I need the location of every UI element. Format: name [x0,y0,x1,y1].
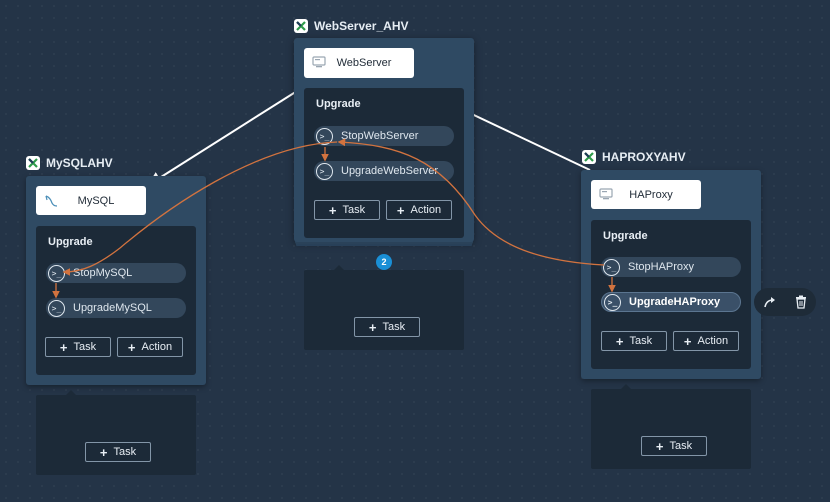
service-title-label: MySQLAHV [46,156,113,170]
substrate-webserver[interactable]: WebServer [304,48,414,78]
replica-count-badge[interactable]: 2 [376,254,392,270]
task-stop-haproxy[interactable]: >_ StopHAProxy [601,257,741,277]
add-task-label: Task [629,335,653,347]
add-task-label: Task [382,321,406,333]
add-action-button[interactable]: + Action [386,200,452,220]
service-card-haproxy[interactable]: HAProxy Upgrade >_ StopHAProxy >_ Upgrad… [581,170,761,379]
add-action-button[interactable]: + Action [673,331,739,351]
add-action-button[interactable]: + Action [117,337,183,357]
nutanix-ahv-icon [294,19,308,33]
task-stop-webserver[interactable]: >_ StopWebServer [314,126,454,146]
plus-icon: + [368,319,377,335]
terminal-icon: >_ [604,293,621,311]
action-title: Upgrade [603,230,648,242]
task-upgrade-haproxy[interactable]: >_ UpgradeHAProxy [601,292,741,312]
vm-icon [599,188,613,203]
service-card-webserver[interactable]: WebServer Upgrade >_ StopWebServer >_ Up… [294,38,474,242]
lower-add-task-button[interactable]: + Task [85,442,151,462]
vm-icon [312,56,326,71]
service-title-label: WebServer_AHV [314,19,409,33]
terminal-icon: >_ [48,264,65,282]
add-task-button[interactable]: + Task [45,337,111,357]
plus-icon: + [328,202,337,218]
task-upgrade-mysql[interactable]: >_ UpgradeMySQL [46,298,186,318]
terminal-icon: >_ [316,162,333,180]
plus-icon: + [655,438,664,454]
terminal-icon: >_ [48,299,65,317]
add-task-button[interactable]: + Task [314,200,380,220]
lower-panel-webserver[interactable]: + Task [304,265,464,350]
task-label: StopWebServer [341,130,419,142]
panel-notch [334,265,344,270]
plus-icon: + [396,202,405,218]
mysql-dolphin-icon [44,194,58,211]
add-task-label: Task [73,341,97,353]
plus-icon: + [99,444,108,460]
service-title-mysql[interactable]: MySQLAHV [26,155,113,171]
lower-panel-haproxy[interactable]: + Task [591,384,751,469]
plus-icon: + [615,333,624,349]
service-title-label: HAPROXYAHV [602,150,686,164]
service-title-haproxy[interactable]: HAPROXYAHV [582,149,686,165]
task-toolbar [754,288,816,316]
substrate-haproxy[interactable]: HAProxy [591,180,701,209]
panel-notch [66,390,76,395]
terminal-icon: >_ [316,127,333,145]
add-task-label: Task [113,446,137,458]
nutanix-ahv-icon [26,156,40,170]
task-upgrade-webserver[interactable]: >_ UpgradeWebServer [314,161,454,181]
terminal-icon: >_ [603,258,620,276]
nutanix-ahv-icon [582,150,596,164]
action-panel-haproxy[interactable]: Upgrade >_ StopHAProxy >_ UpgradeHAProxy… [591,220,751,369]
service-card-mysql[interactable]: MySQL Upgrade >_ StopMySQL >_ UpgradeMyS… [26,176,206,385]
task-label: UpgradeWebServer [341,165,439,177]
add-task-label: Task [342,204,366,216]
action-panel-webserver[interactable]: Upgrade >_ StopWebServer >_ UpgradeWebSe… [304,88,464,238]
lower-add-task-button[interactable]: + Task [354,317,420,337]
action-title: Upgrade [316,98,361,110]
plus-icon: + [127,339,136,355]
task-label: UpgradeHAProxy [629,296,721,308]
action-panel-mysql[interactable]: Upgrade >_ StopMySQL >_ UpgradeMySQL + T… [36,226,196,375]
dependency-edge-webserver-mysql[interactable] [147,85,306,186]
lower-add-task-button[interactable]: + Task [641,436,707,456]
task-label: UpgradeMySQL [73,302,152,314]
substrate-mysql[interactable]: MySQL [36,186,146,215]
add-action-label: Action [697,335,729,347]
plus-icon: + [59,339,68,355]
trash-icon[interactable] [791,292,811,312]
task-label: StopMySQL [73,267,133,279]
lower-panel-mysql[interactable]: + Task [36,390,196,475]
add-action-label: Action [410,204,442,216]
task-label: StopHAProxy [628,261,695,273]
service-title-webserver[interactable]: WebServer_AHV [294,18,409,34]
action-title: Upgrade [48,236,93,248]
plus-icon: + [683,333,692,349]
add-task-button[interactable]: + Task [601,331,667,351]
panel-notch [621,384,631,389]
connect-arrow-icon[interactable] [760,292,780,312]
add-action-label: Action [141,341,173,353]
task-stop-mysql[interactable]: >_ StopMySQL [46,263,186,283]
add-task-label: Task [669,440,693,452]
